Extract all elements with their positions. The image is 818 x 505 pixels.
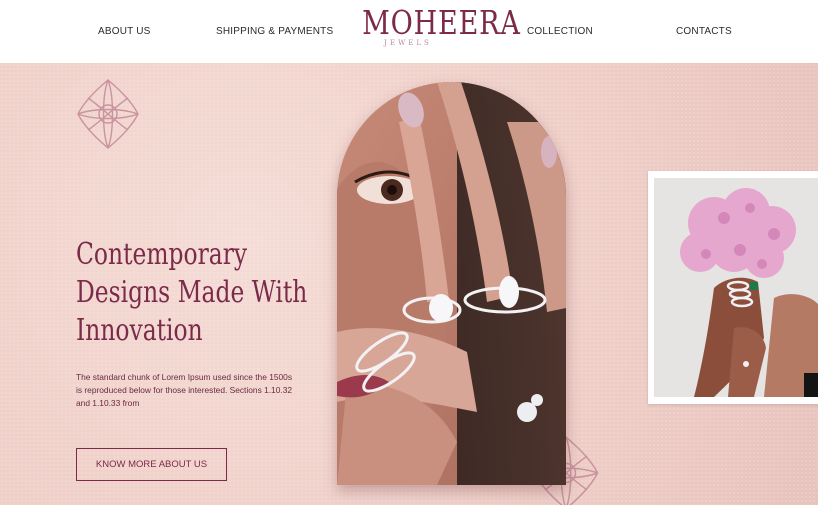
nav-contacts[interactable]: CONTACTS: [676, 26, 732, 37]
hero-section: Contemporary Designs Made With Innovatio…: [0, 63, 818, 505]
side-image-frame: [648, 171, 818, 404]
nav-collection[interactable]: COLLECTION: [527, 26, 593, 37]
nav-shipping-payments[interactable]: SHIPPING & PAYMENTS: [216, 26, 333, 37]
woman-with-rings-illustration: [337, 82, 566, 485]
brand-logo[interactable]: MOHEERA JEWELS: [352, 3, 521, 48]
top-navigation-bar: ABOUT US SHIPPING & PAYMENTS MOHEERA JEW…: [0, 0, 818, 63]
logo-title: MOHEERA: [362, 3, 521, 42]
hydrangea-bouquet-illustration: [654, 178, 818, 397]
nav-about-us[interactable]: ABOUT US: [98, 26, 151, 37]
diamond-ornament-icon: [77, 79, 139, 149]
headline-line: Innovation: [76, 313, 203, 348]
headline-line: Designs Made With: [76, 275, 308, 310]
main-hero-image: [337, 82, 566, 485]
side-image: [654, 178, 818, 397]
hero-headline: Contemporary Designs Made With Innovatio…: [76, 236, 336, 350]
know-more-button[interactable]: KNOW MORE ABOUT US: [76, 448, 227, 481]
hero-description: The standard chunk of Lorem Ipsum used s…: [76, 372, 293, 408]
headline-line: Contemporary: [76, 237, 248, 272]
